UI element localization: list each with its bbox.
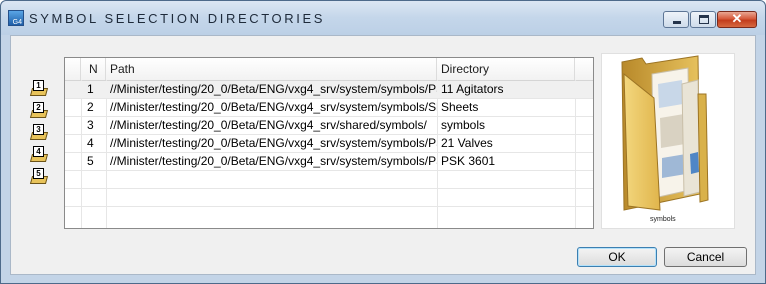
grid-line [65, 170, 593, 171]
app-icon-text: G4 [12, 19, 22, 26]
open-directory-1-button[interactable]: 1 [29, 80, 49, 97]
cancel-button[interactable]: Cancel [664, 247, 747, 267]
table-row[interactable]: 3 //Minister/testing/20_0/Beta/ENG/vxg4_… [65, 117, 593, 134]
cell-n: 4 [87, 136, 94, 150]
window-title: SYMBOL SELECTION DIRECTORIES [29, 11, 326, 26]
grid-line [65, 188, 593, 189]
maximize-button[interactable] [690, 11, 716, 28]
cell-path: //Minister/testing/20_0/Beta/ENG/vxg4_sr… [110, 82, 437, 96]
cell-directory: Sheets [441, 100, 479, 114]
grid-line [65, 206, 593, 207]
column-header-path[interactable]: Path [106, 58, 437, 80]
number-3-icon: 3 [33, 124, 44, 135]
number-4-icon: 4 [33, 146, 44, 157]
table-row[interactable]: 4 //Minister/testing/20_0/Beta/ENG/vxg4_… [65, 135, 593, 152]
table-header: N Path Directory [65, 58, 593, 81]
cell-n: 1 [87, 82, 94, 96]
open-directory-5-button[interactable]: 5 [29, 168, 49, 185]
number-1-icon: 1 [33, 80, 44, 91]
directory-preview: symbols [601, 53, 735, 229]
close-icon: ✕ [731, 11, 743, 26]
open-directory-3-button[interactable]: 3 [29, 124, 49, 141]
cell-directory: 11 Agitators [441, 82, 504, 96]
table-row[interactable]: 2 //Minister/testing/20_0/Beta/ENG/vxg4_… [65, 99, 593, 116]
minimize-icon [673, 21, 681, 24]
cell-n: 2 [87, 100, 94, 114]
folder-icon [621, 55, 709, 211]
cell-path: //Minister/testing/20_0/Beta/ENG/vxg4_sr… [110, 118, 427, 132]
cell-path: //Minister/testing/20_0/Beta/ENG/vxg4_sr… [110, 154, 437, 168]
cell-directory: 21 Valves [441, 136, 493, 150]
cell-n: 3 [87, 118, 94, 132]
table-row[interactable]: 5 //Minister/testing/20_0/Beta/ENG/vxg4_… [65, 153, 593, 170]
cell-directory: PSK 3601 [441, 154, 496, 168]
close-button[interactable]: ✕ [717, 11, 757, 28]
cell-path: //Minister/testing/20_0/Beta/ENG/vxg4_sr… [110, 136, 437, 150]
cell-path: //Minister/testing/20_0/Beta/ENG/vxg4_sr… [110, 100, 437, 114]
maximize-icon [699, 15, 709, 24]
open-directory-4-button[interactable]: 4 [29, 146, 49, 163]
minimize-button[interactable] [663, 11, 689, 28]
cell-directory: symbols [441, 118, 486, 132]
cell-n: 5 [87, 154, 94, 168]
app-icon: G4 [8, 10, 24, 26]
open-directory-2-button[interactable]: 2 [29, 102, 49, 119]
title-bar[interactable]: G4 SYMBOL SELECTION DIRECTORIES ✕ [1, 1, 765, 35]
column-header-n[interactable]: N [81, 58, 106, 80]
dialog-window: G4 SYMBOL SELECTION DIRECTORIES ✕ 1 2 3 … [0, 0, 766, 284]
row-header-corner [65, 58, 81, 80]
number-5-icon: 5 [33, 168, 44, 179]
table-row[interactable]: 1 //Minister/testing/20_0/Beta/ENG/vxg4_… [65, 81, 593, 98]
preview-label: symbols [650, 216, 676, 223]
dialog-client-area: 1 2 3 4 5 N Path Directory 1 //Minister/… [10, 35, 756, 275]
number-2-icon: 2 [33, 102, 44, 113]
column-header-directory[interactable]: Directory [437, 58, 575, 80]
ok-button[interactable]: OK [577, 247, 657, 267]
directories-table[interactable]: N Path Directory 1 //Minister/testing/20… [64, 57, 594, 229]
